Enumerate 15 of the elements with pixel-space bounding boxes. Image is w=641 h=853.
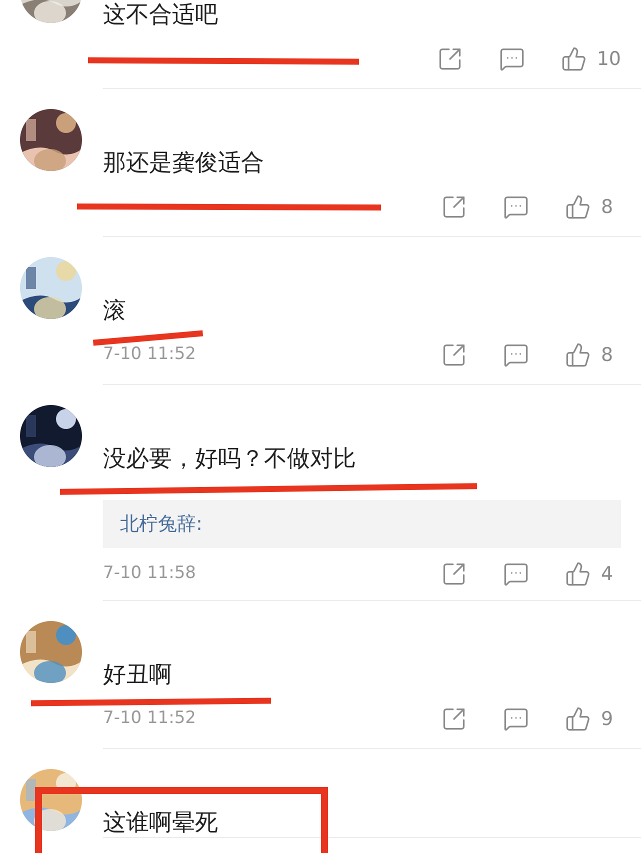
like-count: 9 — [601, 706, 614, 732]
timestamp: 7-10 11:52 — [103, 707, 197, 730]
like-count: 4 — [601, 562, 614, 587]
comment-text: 滚 — [103, 297, 127, 325]
timestamp: 7-10 11:52 — [103, 343, 197, 366]
quoted-reply: 北柠兔辞: — [103, 500, 621, 548]
timestamp: 7-10 11:58 — [103, 562, 197, 586]
like-count: 8 — [601, 342, 614, 368]
comment-text: 那还是龚俊适合 — [103, 149, 265, 177]
comment-text: 没必要，好吗？不做对比 — [103, 445, 357, 473]
like-count: 8 — [601, 194, 614, 220]
comment-text: 这谁啊晕死 — [103, 809, 219, 837]
like-count: 10 — [596, 46, 621, 72]
comment-text: 好丑啊 — [103, 661, 173, 689]
comment-text: 这不合适吧 — [103, 1, 219, 29]
